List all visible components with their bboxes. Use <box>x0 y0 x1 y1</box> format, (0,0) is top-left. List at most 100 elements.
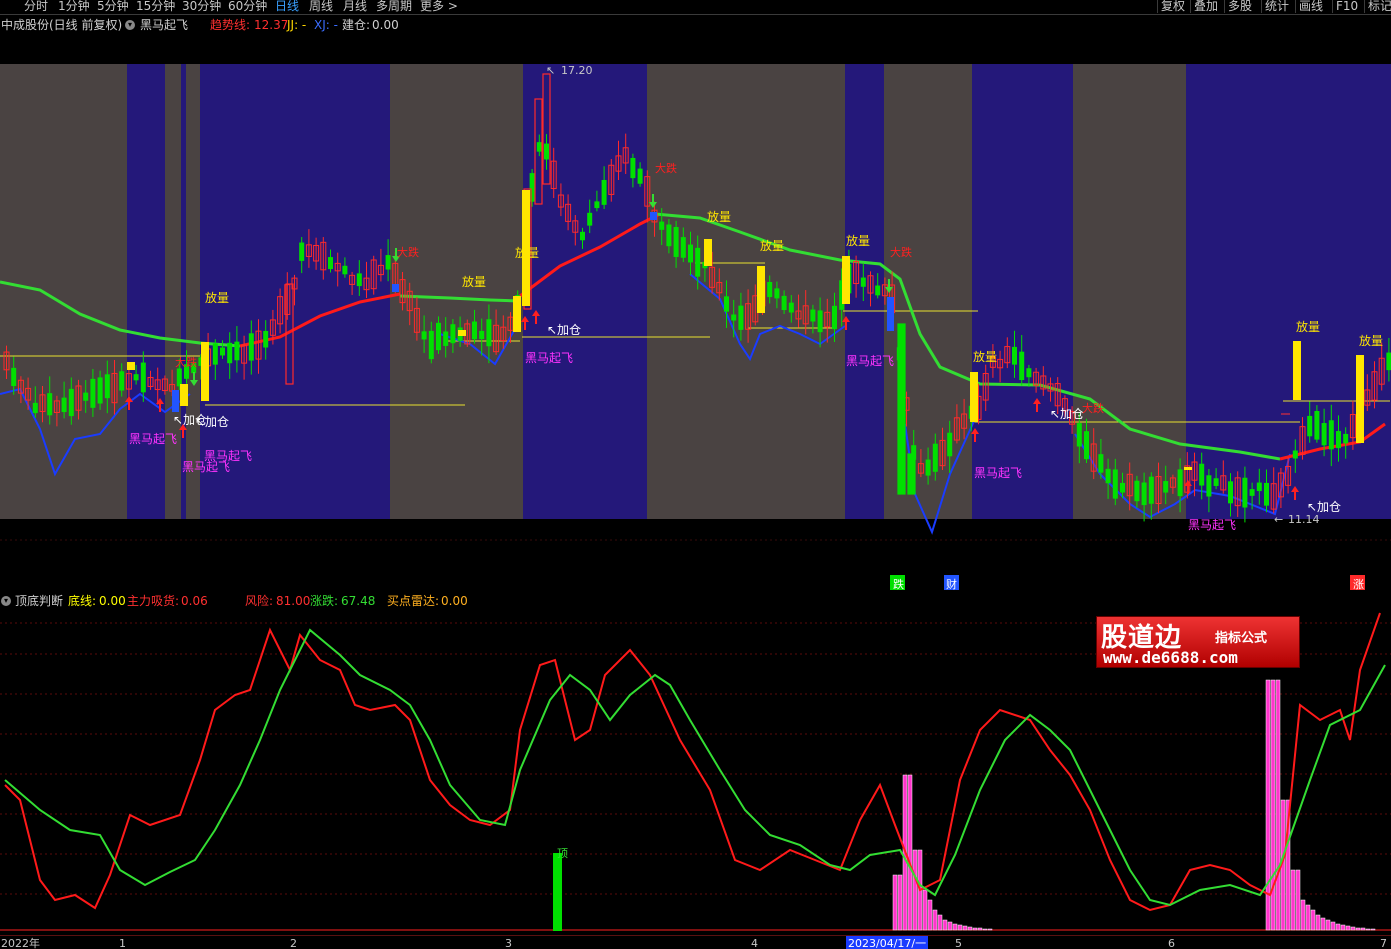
accumulation-bar <box>912 849 918 931</box>
axis-label-2: 2 <box>290 937 297 949</box>
tab-fenshi[interactable]: 分时 <box>24 0 48 13</box>
signal-label-dadie: 大跌 <box>890 245 912 259</box>
candle-body <box>421 331 427 340</box>
signal-square <box>887 297 894 331</box>
signal-label-fangliang: 放量 <box>760 238 784 253</box>
tab-15min[interactable]: 15分钟 <box>136 0 175 13</box>
accumulation-bar <box>947 921 953 931</box>
mark-button[interactable]: 标记 <box>1364 0 1391 13</box>
candle-body <box>220 347 225 356</box>
volume-signal-bar <box>704 239 712 266</box>
candle-body <box>90 378 96 408</box>
candle-body <box>472 321 477 340</box>
candle-body <box>32 402 38 414</box>
candle-body <box>385 255 391 270</box>
candle-body <box>436 322 441 351</box>
axis-label-5: 5 <box>955 937 962 949</box>
zhuli-label: 主力吸货: <box>127 594 180 608</box>
watermark-small: 指标公式 <box>1215 631 1268 646</box>
sub-indicator-menu-icon[interactable]: ▾ <box>1 596 11 606</box>
risk-label: 风险: <box>245 594 274 608</box>
candle-body <box>932 443 938 472</box>
signal-label-jiacang: ↖加仓 <box>547 323 581 337</box>
accumulation-bar <box>972 927 978 931</box>
accumulation-bar <box>1360 927 1366 931</box>
overlay-button[interactable]: 叠加 <box>1190 0 1218 13</box>
candle-body <box>104 374 110 399</box>
stock-title: 中成股份(日线 前复权) <box>1 18 123 32</box>
fuquan-button[interactable]: 复权 <box>1157 0 1185 13</box>
tab-1min[interactable]: 1分钟 <box>58 0 90 13</box>
dixian-label: 底线: <box>68 594 97 608</box>
candle-body <box>875 285 881 296</box>
accumulation-bars <box>553 679 1376 931</box>
draw-line-button[interactable]: 画线 <box>1295 0 1323 13</box>
candle-body <box>1321 423 1327 446</box>
candle-body <box>227 342 233 364</box>
candle-body <box>443 331 449 346</box>
candle-body <box>810 309 816 322</box>
candle-body <box>450 324 456 344</box>
volume-signal-bar <box>757 266 765 313</box>
signal-label-dadie: 大跌 <box>1082 401 1104 415</box>
axis-label-1: 1 <box>119 937 126 949</box>
candle-body <box>119 371 125 391</box>
accumulation-bar <box>1300 899 1306 931</box>
candle-body <box>1206 475 1212 497</box>
accumulation-bar <box>927 899 933 931</box>
signal-label-fangliang: 放量 <box>973 349 997 364</box>
candle-body <box>659 221 665 230</box>
signal-label-fangliang: 放量 <box>515 245 539 260</box>
candle-body <box>594 201 600 209</box>
accumulation-bar <box>932 909 938 931</box>
candle-body <box>1098 454 1104 473</box>
tab-multi-period[interactable]: 多周期 <box>376 0 412 13</box>
candle-body <box>176 368 182 387</box>
accumulation-bar <box>1335 923 1341 931</box>
candle-body <box>342 265 348 275</box>
multi-stock-button[interactable]: 多股 <box>1224 0 1252 13</box>
candle-body <box>11 367 17 387</box>
candle-body <box>1012 346 1017 365</box>
accumulation-bar <box>892 874 898 931</box>
event-marker-zhang[interactable]: 涨 <box>1353 578 1364 590</box>
indicator-menu-icon[interactable]: ▾ <box>125 20 135 30</box>
candle-body <box>897 323 906 495</box>
candle-body <box>680 237 686 258</box>
top-signal-bar <box>553 853 562 931</box>
f10-button[interactable]: F10 <box>1332 0 1358 13</box>
tab-monthly[interactable]: 月线 <box>343 0 367 13</box>
signal-label-fangliang: 放量 <box>205 290 229 305</box>
candle-body <box>774 288 780 299</box>
candle-body <box>1112 469 1118 499</box>
event-marker-die[interactable]: 跌 <box>893 577 904 590</box>
candle-body <box>479 330 485 340</box>
candle-body <box>601 179 607 205</box>
indicator-name[interactable]: 黑马起飞 <box>140 17 188 33</box>
volume-signal-bar <box>458 330 466 336</box>
signal-label-heima: 黑马起飞 <box>846 354 894 368</box>
accumulation-bar <box>1295 869 1301 931</box>
candle-body <box>1199 463 1205 486</box>
candle-body <box>234 341 240 361</box>
axis-label-6: 6 <box>1168 937 1175 949</box>
high-arrow: ↖ <box>546 64 555 77</box>
candle-body <box>1256 482 1262 492</box>
tab-weekly[interactable]: 周线 <box>309 0 333 13</box>
accumulation-bar <box>1330 921 1336 931</box>
sub-indicator-name[interactable]: 顶底判断 <box>15 593 63 609</box>
accumulation-bar <box>1325 919 1331 931</box>
tab-5min[interactable]: 5分钟 <box>97 0 129 13</box>
kline-chart[interactable]: 17.20 11.14 跌 财 涨 放量放量放量放量放量 放量放量放量放量↖加仓↖… <box>0 34 1391 590</box>
candle-body <box>1084 431 1089 460</box>
candle-body <box>536 142 542 152</box>
jc-label: 建仓: <box>342 18 371 32</box>
tab-60min[interactable]: 60分钟 <box>228 0 267 13</box>
candle-body <box>673 227 679 257</box>
event-marker-cai[interactable]: 财 <box>946 577 957 590</box>
tab-more[interactable]: 更多 > <box>420 0 458 13</box>
accumulation-bar <box>1350 926 1356 931</box>
stats-button[interactable]: 统计 <box>1261 0 1289 13</box>
tab-daily[interactable]: 日线 <box>275 0 299 13</box>
tab-30min[interactable]: 30分钟 <box>182 0 221 13</box>
